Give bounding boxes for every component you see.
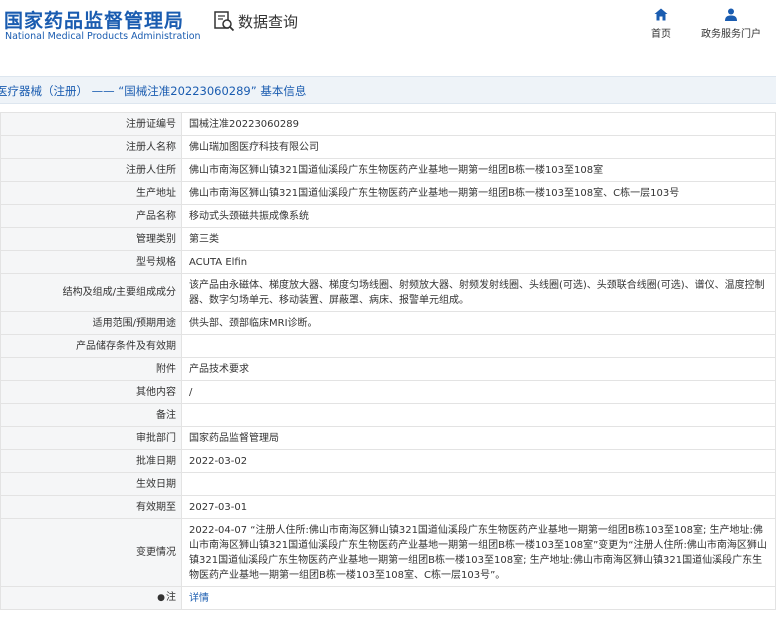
row-value: 佛山市南海区狮山镇321国道仙溪段广东生物医药产业基地一期第一组团B栋一楼103… <box>181 158 776 182</box>
row-value <box>181 472 776 496</box>
table-row: 其他内容 / <box>0 380 776 404</box>
user-icon <box>725 8 737 21</box>
row-key: 结构及组成/主要组成成分 <box>0 273 182 312</box>
row-value: 该产品由永磁体、梯度放大器、梯度匀场线圈、射频放大器、射频发射线圈、头线圈(可选… <box>181 273 776 312</box>
row-key: 注册人名称 <box>0 135 182 159</box>
data-query-link[interactable]: 数据查询 <box>213 10 298 32</box>
table-row: 注册人住所 佛山市南海区狮山镇321国道仙溪段广东生物医药产业基地一期第一组团B… <box>0 158 776 182</box>
breadcrumb-bar: 医疗器械（注册） —— “国械注准20223060289” 基本信息 <box>0 76 776 104</box>
row-key: 管理类别 <box>0 227 182 251</box>
row-value: / <box>181 380 776 404</box>
pin-icon: ● <box>157 593 165 603</box>
table-row: 注册人名称 佛山瑞加图医疗科技有限公司 <box>0 135 776 159</box>
row-value: 第三类 <box>181 227 776 251</box>
table-row: 适用范围/预期用途 供头部、颈部临床MRI诊断。 <box>0 311 776 335</box>
row-value: ACUTA Elfin <box>181 250 776 274</box>
row-key: 变更情况 <box>0 518 182 587</box>
row-key: 型号规格 <box>0 250 182 274</box>
nav-home[interactable]: 首页 <box>643 8 679 40</box>
row-value: 产品技术要求 <box>181 357 776 381</box>
table-row: ●注 详情 <box>0 586 776 610</box>
site-logo-subtitle: National Medical Products Administration <box>5 31 201 42</box>
table-row: 生产地址 佛山市南海区狮山镇321国道仙溪段广东生物医药产业基地一期第一组团B栋… <box>0 181 776 205</box>
table-row: 附件 产品技术要求 <box>0 357 776 381</box>
row-value: 2022-04-07 “注册人住所:佛山市南海区狮山镇321国道仙溪段广东生物医… <box>181 518 776 587</box>
row-value: 供头部、颈部临床MRI诊断。 <box>181 311 776 335</box>
breadcrumb: 医疗器械（注册） —— “国械注准20223060289” 基本信息 <box>0 84 307 98</box>
table-row: 产品储存条件及有效期 <box>0 334 776 358</box>
note-key-label: 注 <box>166 592 176 603</box>
row-value: 详情 <box>181 586 776 610</box>
nav-service-portal[interactable]: 政务服务门户 <box>697 8 765 40</box>
row-key: 其他内容 <box>0 380 182 404</box>
table-row: 批准日期 2022-03-02 <box>0 449 776 473</box>
row-value: 2027-03-01 <box>181 495 776 519</box>
row-key: 产品储存条件及有效期 <box>0 334 182 358</box>
table-row: 结构及组成/主要组成成分 该产品由永磁体、梯度放大器、梯度匀场线圈、射频放大器、… <box>0 273 776 312</box>
row-key: 注册人住所 <box>0 158 182 182</box>
nav-home-label: 首页 <box>651 29 671 40</box>
site-header: 国家药品监督管理局 National Medical Products Admi… <box>0 0 776 60</box>
row-key: 批准日期 <box>0 449 182 473</box>
row-key: 备注 <box>0 403 182 427</box>
data-query-label: 数据查询 <box>238 12 299 31</box>
row-value: 佛山市南海区狮山镇321国道仙溪段广东生物医药产业基地一期第一组团B栋一楼103… <box>181 181 776 205</box>
row-value: 移动式头颈磁共振成像系统 <box>181 204 776 228</box>
table-row: 管理类别 第三类 <box>0 227 776 251</box>
row-key: 生产地址 <box>0 181 182 205</box>
table-row: 有效期至 2027-03-01 <box>0 495 776 519</box>
row-key: 生效日期 <box>0 472 182 496</box>
table-row: 备注 <box>0 403 776 427</box>
row-key: 附件 <box>0 357 182 381</box>
table-row: 产品名称 移动式头颈磁共振成像系统 <box>0 204 776 228</box>
table-row: 审批部门 国家药品监督管理局 <box>0 426 776 450</box>
row-value: 2022-03-02 <box>181 449 776 473</box>
table-row: 变更情况 2022-04-07 “注册人住所:佛山市南海区狮山镇321国道仙溪段… <box>0 518 776 587</box>
row-key: 适用范围/预期用途 <box>0 311 182 335</box>
row-value <box>181 403 776 427</box>
row-key: 审批部门 <box>0 426 182 450</box>
registration-info-table: 注册证编号 国械注准20223060289 注册人名称 佛山瑞加图医疗科技有限公… <box>0 112 776 610</box>
row-key: ●注 <box>0 586 182 610</box>
row-key: 注册证编号 <box>0 112 182 136</box>
home-icon <box>654 8 668 21</box>
document-search-icon <box>214 11 235 32</box>
nav-service-portal-label: 政务服务门户 <box>701 29 761 40</box>
table-row: 型号规格 ACUTA Elfin <box>0 250 776 274</box>
details-link[interactable]: 详情 <box>189 593 209 604</box>
row-value: 国家药品监督管理局 <box>181 426 776 450</box>
table-row: 注册证编号 国械注准20223060289 <box>0 112 776 136</box>
row-value <box>181 334 776 358</box>
row-key: 产品名称 <box>0 204 182 228</box>
row-value: 国械注准20223060289 <box>181 112 776 136</box>
row-key: 有效期至 <box>0 495 182 519</box>
table-row: 生效日期 <box>0 472 776 496</box>
row-value: 佛山瑞加图医疗科技有限公司 <box>181 135 776 159</box>
site-logo-title[interactable]: 国家药品监督管理局 <box>4 6 184 33</box>
